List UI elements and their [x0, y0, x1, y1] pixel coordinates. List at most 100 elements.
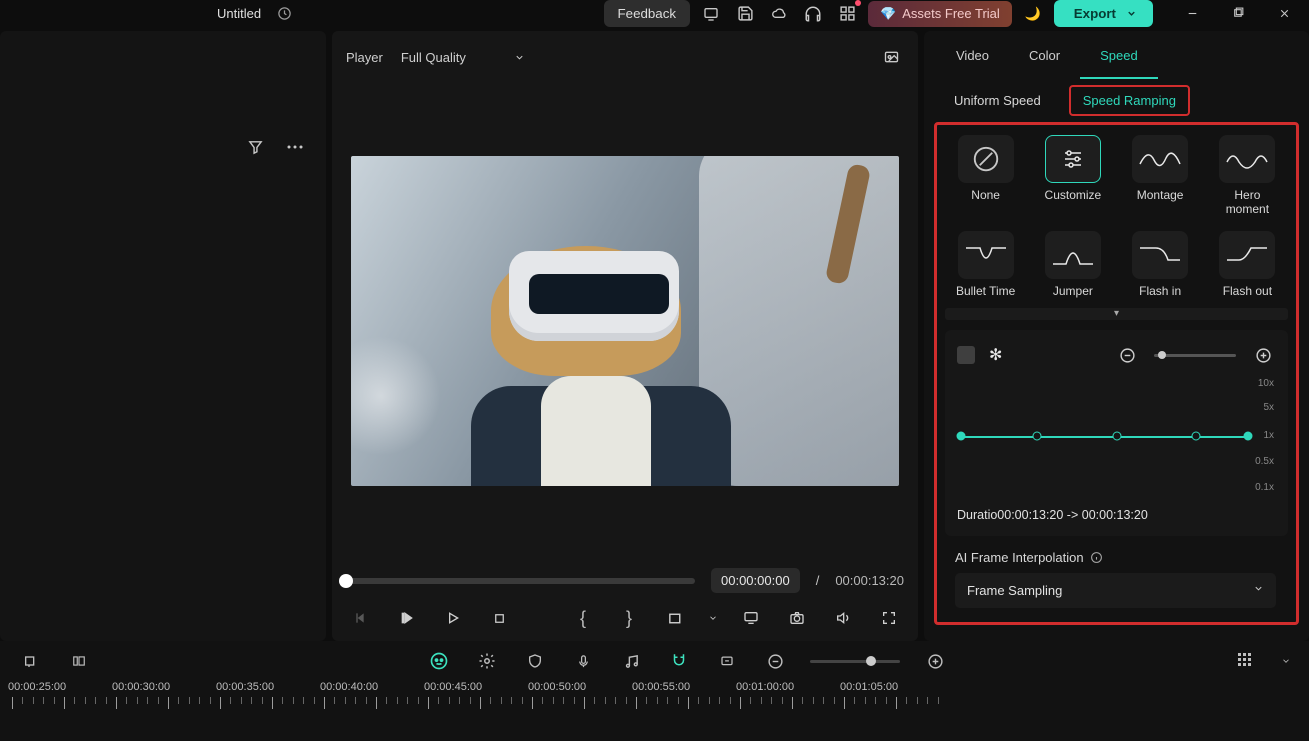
player-label: Player	[346, 50, 383, 65]
fullscreen-icon[interactable]	[876, 605, 902, 631]
music-icon[interactable]	[618, 648, 644, 674]
ruler-time: 00:00:35:00	[216, 681, 320, 693]
trial-label: Assets Free Trial	[902, 6, 1000, 21]
time-sep: /	[816, 573, 820, 588]
ruler-time: 00:00:40:00	[320, 681, 424, 693]
maximize-icon[interactable]	[1225, 1, 1251, 27]
tl-zoom-out-icon[interactable]	[762, 648, 788, 674]
preset-flashin[interactable]: Flash in	[1126, 231, 1195, 299]
crop-icon[interactable]	[662, 605, 688, 631]
stop-icon[interactable]	[486, 605, 512, 631]
track-size-icon[interactable]	[1233, 648, 1259, 674]
ruler-time: 00:00:25:00	[8, 681, 112, 693]
zoom-in-icon[interactable]	[1250, 342, 1276, 368]
ruler-time: 00:00:50:00	[528, 681, 632, 693]
topbar: Untitled Feedback 💎 Assets Free Trial 🌙 …	[0, 0, 1309, 27]
play-icon[interactable]	[440, 605, 466, 631]
quality-value: Full Quality	[401, 50, 466, 65]
assets-trial-button[interactable]: 💎 Assets Free Trial	[868, 1, 1012, 27]
player-panel: Player Full Quality	[332, 31, 918, 641]
volume-icon[interactable]	[830, 605, 856, 631]
export-label: Export	[1074, 6, 1116, 21]
ai-interpolation-select[interactable]: Frame Sampling	[955, 573, 1276, 608]
display-icon[interactable]	[738, 605, 764, 631]
tl-zoom-in-icon[interactable]	[922, 648, 948, 674]
headphones-icon[interactable]	[800, 1, 826, 27]
keyframe-toggle[interactable]	[957, 346, 975, 364]
preset-flashout[interactable]: Flash out	[1213, 231, 1282, 299]
mark-out-icon[interactable]: }	[616, 605, 642, 631]
timeline-panel: 00:00:25:0000:00:30:0000:00:35:0000:00:4…	[0, 641, 1309, 741]
preset-jumper[interactable]: Jumper	[1038, 231, 1107, 299]
filter-icon[interactable]	[242, 134, 268, 160]
cloud-icon[interactable]	[766, 1, 792, 27]
subtab-ramping[interactable]: Speed Ramping	[1069, 85, 1190, 116]
camera-icon[interactable]	[784, 605, 810, 631]
chevron-down-icon[interactable]	[708, 613, 718, 623]
more-icon[interactable]	[282, 134, 308, 160]
keyframe-node[interactable]	[1112, 432, 1121, 441]
preset-bullet[interactable]: Bullet Time	[951, 231, 1020, 299]
ruler-time: 00:01:05:00	[840, 681, 944, 693]
bot-icon[interactable]	[426, 648, 452, 674]
close-icon[interactable]	[1271, 1, 1297, 27]
minimize-icon[interactable]	[1179, 1, 1205, 27]
keyframe-node[interactable]	[1244, 432, 1253, 441]
tab-color[interactable]: Color	[1009, 34, 1080, 79]
timeline-pin-icon[interactable]	[18, 648, 44, 674]
feedback-button[interactable]: Feedback	[604, 0, 691, 27]
preset-none[interactable]: None	[951, 135, 1020, 217]
subtab-uniform[interactable]: Uniform Speed	[940, 85, 1055, 116]
time-current: 00:00:00:00	[711, 568, 800, 593]
timeline-ruler[interactable]: 00:00:25:0000:00:30:0000:00:35:0000:00:4…	[0, 681, 1309, 741]
ramp-editor: ✻ 10x 5x 1x 0.5x 0.1x	[945, 330, 1288, 536]
ai-interpolation-label: AI Frame Interpolation	[955, 550, 1084, 565]
gem-icon: 💎	[880, 6, 896, 22]
history-icon[interactable]	[271, 1, 297, 27]
keyframe-node[interactable]	[957, 432, 966, 441]
media-panel	[0, 31, 326, 641]
mark-in-icon[interactable]: {	[570, 605, 596, 631]
ruler-time: 00:01:00:00	[736, 681, 840, 693]
snowflake-icon[interactable]: ✻	[989, 345, 1002, 365]
info-icon[interactable]	[1090, 551, 1103, 564]
preset-montage[interactable]: Montage	[1126, 135, 1195, 217]
speed-graph[interactable]: 10x 5x 1x 0.5x 0.1x	[957, 378, 1276, 498]
preset-hero[interactable]: Hero moment	[1213, 135, 1282, 217]
apps-icon[interactable]	[834, 1, 860, 27]
tab-video[interactable]: Video	[936, 34, 1009, 79]
export-button[interactable]: Export	[1054, 0, 1153, 27]
duration-text: Duratio00:00:13:20 -> 00:00:13:20	[957, 508, 1276, 522]
step-back-icon[interactable]	[394, 605, 420, 631]
magnet-icon[interactable]	[666, 648, 692, 674]
timeline-zoom-slider[interactable]	[810, 660, 900, 663]
prev-frame-icon[interactable]	[348, 605, 374, 631]
ruler-time: 00:00:30:00	[112, 681, 216, 693]
ruler-time: 00:00:55:00	[632, 681, 736, 693]
theme-icon[interactable]: 🌙	[1020, 1, 1046, 27]
time-duration: 00:00:13:20	[835, 573, 904, 588]
keyframe-node[interactable]	[1192, 432, 1201, 441]
graph-zoom-slider[interactable]	[1154, 354, 1236, 357]
speed-ramping-box: None Customize Montage Hero moment	[934, 122, 1299, 625]
quality-select[interactable]: Full Quality	[401, 50, 525, 65]
zoom-out-icon[interactable]	[1114, 342, 1140, 368]
shield-icon[interactable]	[522, 648, 548, 674]
marker-icon[interactable]	[714, 648, 740, 674]
scrub-slider[interactable]	[346, 578, 695, 584]
monitor-icon[interactable]	[698, 1, 724, 27]
ruler-time: 00:00:45:00	[424, 681, 528, 693]
expand-presets[interactable]: ▾	[945, 308, 1288, 320]
gear-icon[interactable]	[474, 648, 500, 674]
chevron-down-icon[interactable]	[1281, 656, 1291, 666]
project-title: Untitled	[217, 6, 261, 21]
save-icon[interactable]	[732, 1, 758, 27]
tab-speed[interactable]: Speed	[1080, 34, 1158, 79]
preview-viewport[interactable]	[332, 83, 918, 558]
mic-icon[interactable]	[570, 648, 596, 674]
preset-customize[interactable]: Customize	[1038, 135, 1107, 217]
inspector-panel: Video Color Speed Uniform Speed Speed Ra…	[924, 31, 1309, 641]
timeline-layout-icon[interactable]	[66, 648, 92, 674]
keyframe-node[interactable]	[1032, 432, 1041, 441]
snapshot-icon[interactable]	[878, 44, 904, 70]
